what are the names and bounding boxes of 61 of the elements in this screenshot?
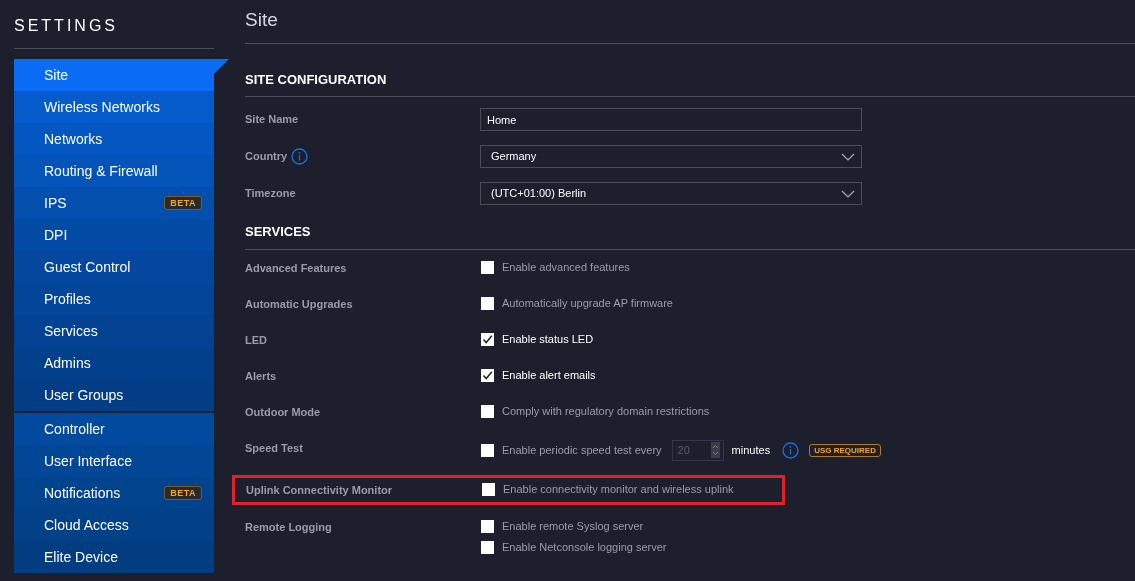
- sidebar-item[interactable]: Guest Control: [14, 251, 214, 283]
- text-field[interactable]: Home: [480, 108, 862, 131]
- option-label: Enable advanced features: [502, 259, 630, 275]
- service-label: Advanced Features: [245, 260, 348, 276]
- dropdown-field[interactable]: (UTC+01:00) Berlin: [480, 182, 862, 205]
- service-label: Outdoor Mode: [245, 404, 322, 420]
- checkbox[interactable]: [481, 519, 494, 533]
- service-label: Uplink Connectivity Monitor: [246, 482, 394, 498]
- usg-required-badge: USG REQUIRED: [809, 443, 881, 457]
- service-label: Speed Test: [245, 440, 304, 456]
- checkbox[interactable]: [481, 296, 494, 310]
- sidebar-item[interactable]: Networks: [14, 123, 214, 155]
- sidebar-item[interactable]: User Interface: [14, 445, 214, 477]
- sidebar-item[interactable]: User Groups: [14, 379, 214, 411]
- chevron-down-icon: [841, 189, 855, 198]
- option-label: Automatically upgrade AP firmware: [502, 295, 673, 311]
- sidebar-item[interactable]: Notifications BETA: [14, 477, 214, 509]
- option-label: Enable connectivity monitor and wireless uplink: [503, 481, 734, 497]
- checkbox[interactable]: [481, 332, 494, 346]
- checkbox[interactable]: [482, 482, 495, 496]
- sidebar-item[interactable]: IPS BETA: [14, 187, 214, 219]
- chevron-down-icon: [841, 152, 855, 161]
- info-icon: [291, 148, 309, 165]
- sidebar-item[interactable]: Routing & Firewall: [14, 155, 214, 187]
- sidebar-item[interactable]: Controller: [14, 413, 214, 445]
- option-label: Enable alert emails: [502, 367, 596, 383]
- dropdown-field[interactable]: Germany: [480, 145, 862, 168]
- sidebar-item[interactable]: Profiles: [14, 283, 214, 315]
- unit-label: minutes: [731, 442, 771, 458]
- sidebar-item[interactable]: Wireless Networks: [14, 91, 214, 123]
- beta-badge: BETA: [164, 196, 202, 210]
- sidebar-item[interactable]: Cloud Access: [14, 509, 214, 541]
- service-label: Remote Logging: [245, 519, 333, 535]
- field-label: Site Name: [245, 112, 299, 128]
- info-icon: [782, 441, 800, 459]
- sidebar-title: SETTINGS: [14, 14, 214, 49]
- checkbox[interactable]: [481, 540, 494, 554]
- checkbox[interactable]: [481, 443, 494, 457]
- section-heading: SERVICES: [245, 222, 1135, 250]
- sidebar-item[interactable]: Elite Device: [14, 541, 214, 573]
- field-label: Timezone: [245, 186, 296, 202]
- page-title: Site: [245, 6, 1135, 44]
- service-label: Automatic Upgrades: [245, 296, 354, 312]
- sidebar-item[interactable]: DPI: [14, 219, 214, 251]
- tab-pointer-icon: [214, 59, 229, 74]
- option-label: Comply with regulatory domain restrictions: [502, 403, 710, 419]
- service-label: LED: [245, 332, 268, 348]
- option-label: Enable periodic speed test every: [502, 442, 662, 458]
- checkbox[interactable]: [481, 368, 494, 382]
- option-label: Enable remote Syslog server: [502, 518, 644, 534]
- option-label: Enable Netconsole logging server: [502, 539, 667, 555]
- field-label: Country: [245, 149, 288, 165]
- checkbox[interactable]: [481, 404, 494, 418]
- option-label: Enable status LED: [502, 331, 594, 347]
- checkbox[interactable]: [481, 260, 494, 274]
- section-heading: SITE CONFIGURATION: [245, 69, 1135, 97]
- sidebar-item[interactable]: Admins: [14, 347, 214, 379]
- spinner-icon: [710, 442, 720, 458]
- service-label: Alerts: [245, 368, 278, 384]
- sidebar-item[interactable]: Services: [14, 315, 214, 347]
- beta-badge: BETA: [164, 486, 202, 500]
